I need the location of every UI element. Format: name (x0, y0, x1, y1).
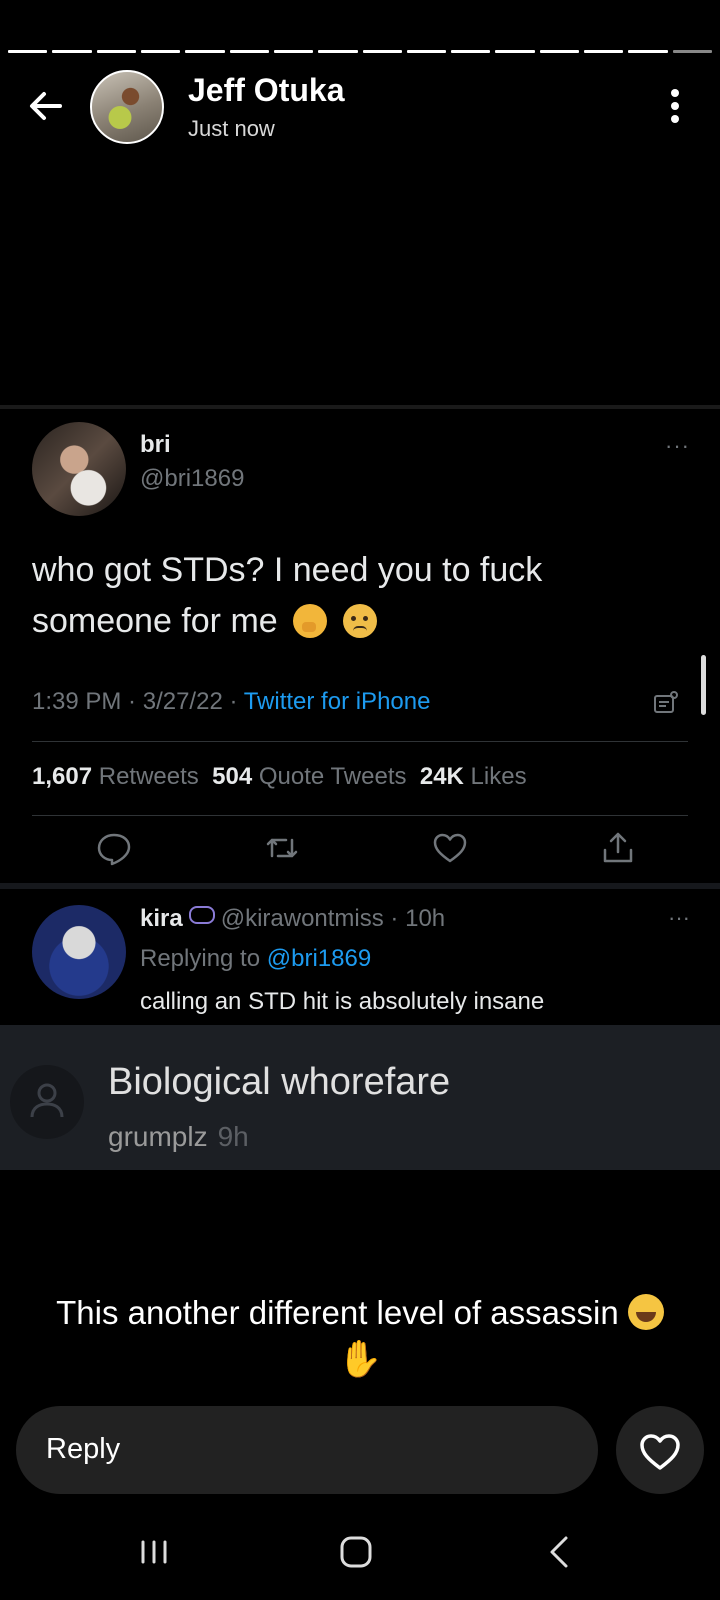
home-icon[interactable] (334, 1530, 378, 1574)
reply-age: 10h (405, 905, 446, 932)
divider (0, 405, 720, 409)
replying-prefix: Replying to (140, 945, 261, 972)
tweet-meta: 1:39 PM · 3/27/22 · Twitter for iPhone (32, 688, 431, 715)
story-caption: This another different level of assassin… (0, 1290, 720, 1383)
tweet-date: 3/27/22 (142, 688, 223, 715)
comment-overlay: Biological whorefare grumplz 9h (0, 1025, 720, 1170)
tweet-actions (0, 830, 720, 880)
progress-segment (52, 50, 92, 53)
system-nav-bar (0, 1522, 720, 1582)
story-image: bri @bri1869 ··· who got STDs? I need yo… (0, 405, 720, 1190)
divider (0, 883, 720, 889)
progress-segment (318, 50, 358, 53)
progress-segment (273, 50, 314, 53)
comment-icon (97, 833, 131, 866)
tweet-body: who got STDs? I need you to fuck someone… (32, 551, 543, 640)
analytics-icon (654, 691, 678, 713)
quotes-label: Quote Tweets (258, 763, 407, 790)
reply-author-name: kira (140, 905, 183, 932)
shushing-face-icon (293, 604, 328, 638)
post-time: Just now (188, 116, 275, 141)
reply-placeholder: Reply (46, 1433, 121, 1465)
retweets-label: Retweets (98, 763, 199, 790)
tweet-stats: 1,607 Retweets 504 Quote Tweets 24K Like… (32, 763, 527, 791)
face-with-tears-of-joy-icon (627, 1294, 664, 1330)
reply-author-handle: @kirawontmiss (220, 905, 384, 932)
caption-text: This another different level of assassin (56, 1294, 619, 1331)
reply-avatar (32, 905, 126, 999)
progress-segment (539, 50, 580, 53)
comment-user: grumplz (108, 1121, 208, 1152)
like-button[interactable] (616, 1406, 704, 1494)
scrollbar (701, 655, 706, 715)
reply-more-icon: ··· (668, 905, 690, 930)
progress-segment (451, 50, 491, 53)
progress-segment (185, 50, 225, 53)
more-options-button[interactable] (670, 88, 680, 124)
sad-face-icon (342, 604, 377, 638)
progress-segment (96, 50, 136, 53)
nav-back-icon[interactable] (538, 1530, 582, 1574)
comment-age: 9h (217, 1121, 249, 1152)
tweet-author-handle: @bri1869 (140, 465, 245, 492)
retweet-icon (266, 838, 298, 858)
retweets-count: 1,607 (32, 763, 93, 790)
arrow-left-icon (30, 92, 62, 120)
progress-segment (628, 50, 668, 53)
tweet-time: 1:39 PM (32, 688, 122, 715)
tweet-more-icon: ··· (665, 433, 690, 458)
progress-segment (8, 50, 48, 53)
progress-segment (229, 50, 269, 53)
raised-hand-icon: ✋ (337, 1338, 383, 1379)
progress-segment-current (672, 50, 712, 53)
back-button[interactable] (24, 84, 68, 128)
comment-meta: grumplz 9h (108, 1121, 249, 1153)
author-avatar[interactable] (90, 70, 164, 144)
likes-count: 24K (419, 763, 464, 790)
author-name[interactable]: Jeff Otuka (188, 72, 344, 109)
progress-segment (362, 50, 402, 53)
story-header: Jeff Otuka Just now (0, 68, 720, 148)
heart-icon (433, 833, 467, 863)
divider (32, 815, 688, 816)
replying-mention: @bri1869 (266, 945, 372, 972)
recents-icon[interactable] (132, 1530, 176, 1574)
tweet-author-name: bri (140, 431, 171, 458)
quotes-count: 504 (212, 763, 253, 790)
reply-header: kira @kirawontmiss · 10h (140, 905, 446, 932)
progress-segment (140, 50, 181, 53)
tweet-text: who got STDs? I need you to fuck someone… (32, 545, 672, 647)
likes-label: Likes (470, 763, 527, 790)
comment-text: Biological whorefare (108, 1061, 451, 1103)
divider (32, 741, 688, 742)
progress-segment (584, 50, 624, 53)
heart-icon (640, 1434, 680, 1470)
progress-segment (495, 50, 535, 53)
user-icon (30, 1083, 64, 1118)
comment-avatar (10, 1065, 84, 1139)
reply-text: calling an STD hit is absolutely insane (140, 988, 545, 1015)
kebab-menu-icon (671, 89, 679, 123)
share-icon (603, 832, 633, 863)
badge-icon (188, 906, 215, 924)
tweet-source: Twitter for iPhone (243, 688, 431, 715)
replying-to: Replying to @bri1869 (140, 945, 371, 973)
tweet-avatar (32, 422, 126, 516)
progress-segment (406, 50, 447, 53)
reply-input[interactable]: Reply (16, 1406, 598, 1494)
story-progress-bar (8, 50, 712, 53)
